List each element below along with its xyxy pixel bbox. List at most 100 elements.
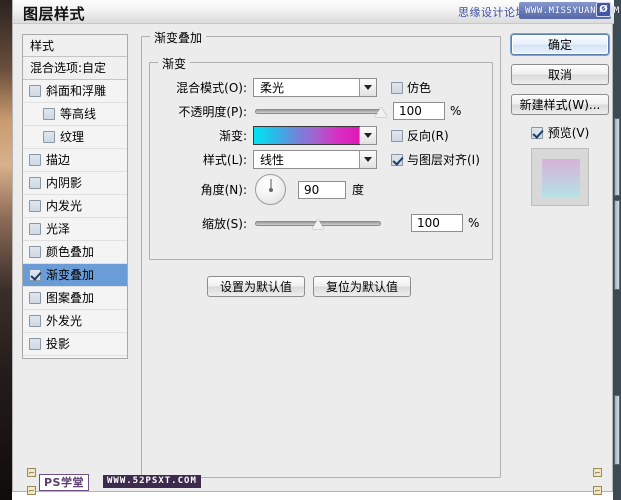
blend-mode-select[interactable]: 柔光: [253, 78, 377, 97]
sidebar-item-checkbox-6[interactable]: [29, 223, 41, 235]
sidebar-item-6[interactable]: 光泽: [23, 218, 127, 241]
sidebar-item-label: 内发光: [46, 198, 83, 213]
desktop-left-edge: [0, 0, 12, 500]
dither-label: 仿色: [407, 81, 432, 95]
sidebar-item-label: 外发光: [46, 313, 83, 328]
sidebar-item-checkbox-8[interactable]: [29, 269, 41, 281]
dither-checkbox[interactable]: [391, 81, 403, 94]
sidebar-item-checkbox-4[interactable]: [29, 177, 41, 189]
chevron-down-icon[interactable]: [359, 127, 376, 144]
watermark-top: 思缘设计论坛 WWW.MISSYUAN.COM Ø: [453, 1, 619, 21]
sidebar-item-0[interactable]: 斜面和浮雕: [23, 80, 127, 103]
sidebar-item-10[interactable]: 外发光: [23, 310, 127, 333]
chevron-down-icon[interactable]: [359, 79, 376, 96]
style-select[interactable]: 线性: [253, 150, 377, 169]
angle-value: 90: [304, 182, 320, 197]
row-scale: 缩放(S): 100 %: [159, 214, 495, 232]
chevron-down-icon[interactable]: [359, 151, 376, 168]
sidebar-item-1[interactable]: 等高线: [23, 103, 127, 126]
scale-input[interactable]: 100: [411, 214, 463, 232]
dialog-actions: 确定 取消 新建样式(W)... 预览(V): [511, 34, 609, 206]
cancel-button[interactable]: 取消: [511, 64, 609, 85]
corner-marker-bottom-left: ⌐: [27, 486, 36, 495]
opacity-slider[interactable]: [255, 104, 387, 118]
opacity-slider-thumb[interactable]: [375, 107, 387, 117]
angle-unit: 度: [352, 183, 365, 197]
dialog-title: 图层样式: [23, 5, 86, 23]
sidebar-header: 样式: [23, 35, 127, 57]
sidebar-item-label: 纹理: [60, 129, 85, 144]
watermark-top-badge: Ø: [596, 2, 611, 17]
style-value: 线性: [260, 153, 285, 167]
set-as-default-button[interactable]: 设置为默认值: [207, 276, 305, 297]
opacity-unit: %: [450, 104, 462, 118]
desktop-right-edge: [613, 0, 621, 500]
gradient-swatch[interactable]: [253, 126, 360, 145]
preview-checkbox[interactable]: [530, 126, 543, 139]
sidebar-item-label: 颜色叠加: [46, 244, 95, 259]
sidebar-item-9[interactable]: 图案叠加: [23, 287, 127, 310]
preview-label: 预览(V): [547, 126, 590, 140]
sidebar-item-3[interactable]: 描边: [23, 149, 127, 172]
ok-button[interactable]: 确定: [511, 34, 609, 55]
dialog-titlebar[interactable]: 图层样式 思缘设计论坛 WWW.MISSYUAN.COM Ø: [13, 0, 619, 24]
opacity-label: 不透明度(P):: [178, 104, 247, 119]
corner-marker-top-right: ⌐: [593, 468, 602, 477]
row-opacity: 不透明度(P): 100 %: [159, 102, 495, 120]
row-blend-mode: 混合模式(O): 柔光 仿色: [159, 78, 495, 97]
angle-input[interactable]: 90: [298, 180, 346, 199]
sidebar-item-label: 投影: [46, 336, 71, 351]
reset-to-default-button[interactable]: 复位为默认值: [313, 276, 411, 297]
new-style-button[interactable]: 新建样式(W)...: [511, 94, 609, 115]
corner-marker-top-left: ⌐: [27, 468, 36, 477]
reverse-checkbox[interactable]: [391, 129, 403, 142]
sidebar-item-checkbox-3[interactable]: [29, 154, 41, 166]
sidebar-item-checkbox-10[interactable]: [29, 315, 41, 327]
sidebar-item-checkbox-1[interactable]: [43, 108, 55, 120]
sidebar-item-7[interactable]: 颜色叠加: [23, 241, 127, 264]
sidebar-item-11[interactable]: 投影: [23, 333, 127, 356]
group-gradient-legend: 渐变: [158, 55, 191, 72]
sidebar-item-checkbox-7[interactable]: [29, 246, 41, 258]
sidebar-item-8[interactable]: 渐变叠加: [23, 264, 127, 287]
layer-style-dialog: 图层样式 思缘设计论坛 WWW.MISSYUAN.COM Ø 样式 混合选项:自…: [12, 0, 619, 495]
gradient-picker-dropdown[interactable]: [359, 126, 377, 145]
scale-slider-thumb[interactable]: [312, 219, 324, 229]
opacity-input[interactable]: 100: [393, 102, 445, 120]
style-label: 样式(L):: [202, 153, 247, 167]
blend-mode-value: 柔光: [260, 81, 285, 95]
sidebar-effect-list: 斜面和浮雕等高线纹理描边内阴影内发光光泽颜色叠加渐变叠加图案叠加外发光投影: [23, 80, 127, 356]
sidebar-item-blending-options[interactable]: 混合选项:自定: [23, 57, 127, 80]
sidebar-item-4[interactable]: 内阴影: [23, 172, 127, 195]
scale-label: 缩放(S):: [201, 216, 247, 231]
corner-marker-bottom-right: ⌐: [593, 486, 602, 495]
angle-dial[interactable]: [255, 174, 286, 205]
sidebar-item-checkbox-11[interactable]: [29, 338, 41, 350]
sidebar-item-5[interactable]: 内发光: [23, 195, 127, 218]
sidebar-item-label: 描边: [46, 152, 71, 167]
row-angle: 角度(N): 90 度: [159, 174, 495, 205]
scale-slider[interactable]: [255, 216, 381, 230]
gradient-label: 渐变:: [218, 129, 247, 143]
sidebar-item-label: 内阴影: [46, 175, 83, 190]
reverse-label: 反向(R): [407, 129, 449, 143]
sidebar-item-2[interactable]: 纹理: [23, 126, 127, 149]
sidebar-item-checkbox-9[interactable]: [29, 292, 41, 304]
angle-label: 角度(N):: [200, 183, 247, 197]
sidebar-item-label: 斜面和浮雕: [46, 83, 107, 98]
sidebar-item-checkbox-5[interactable]: [29, 200, 41, 212]
sidebar-item-checkbox-0[interactable]: [29, 85, 41, 97]
sidebar-item-label: 等高线: [60, 106, 97, 121]
sidebar-item-label: 渐变叠加: [46, 267, 95, 282]
preview-thumbnail-image: [542, 159, 580, 197]
blend-mode-label: 混合模式(O):: [176, 81, 247, 95]
sidebar-item-checkbox-2[interactable]: [43, 131, 55, 143]
watermark-bottom-text: PS学堂: [39, 474, 89, 491]
row-style: 样式(L): 线性 与图层对齐(I): [159, 150, 495, 169]
align-with-layer-checkbox[interactable]: [391, 153, 403, 166]
preview-toggle[interactable]: 预览(V): [511, 124, 609, 141]
watermark-bottom-url: WWW.52PSXT.COM: [103, 475, 201, 488]
gradient-overlay-panel: 渐变叠加 渐变 混合模式(O): 柔光 仿色 不透明度(P): 100 % 渐变…: [141, 26, 501, 478]
sidebar-item-label: 图案叠加: [46, 290, 95, 305]
sidebar-item-label: 光泽: [46, 221, 71, 236]
